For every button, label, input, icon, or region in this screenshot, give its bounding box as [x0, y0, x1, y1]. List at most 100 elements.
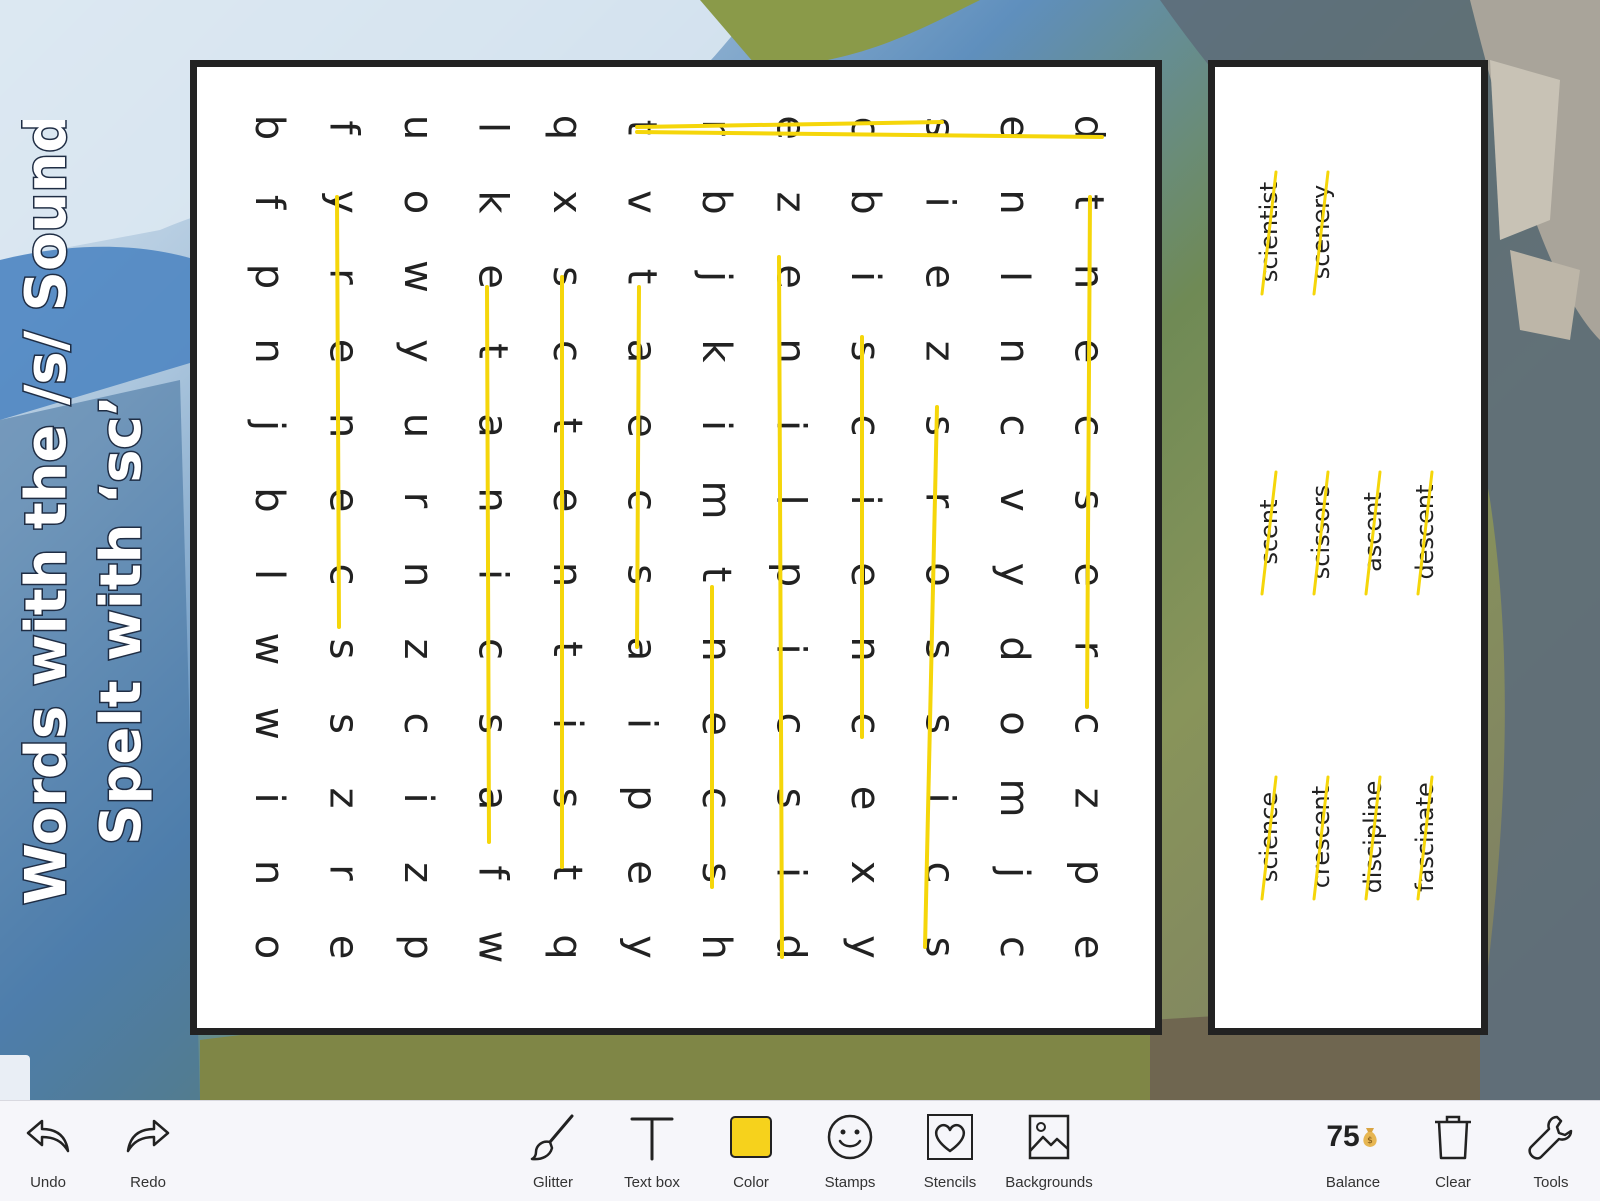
grid-letter: e [917, 264, 963, 289]
grid-letter: z [768, 192, 814, 213]
grid-letter: j [246, 419, 292, 431]
grid-letter: n [321, 413, 367, 438]
grid-letter: c [917, 862, 963, 884]
word-search-grid[interactable]: o n i w w l b j n p f b e r z s s c e n e r y f p z i c z n r u y w o u w f a s… [190, 60, 1162, 1035]
grid-letter: e [470, 264, 516, 289]
redo-button[interactable]: Redo [100, 1101, 196, 1201]
grid-letter: l [246, 569, 292, 580]
grid-letter: s [917, 639, 963, 660]
grid-letter: t [544, 865, 590, 881]
grid-letter: t [693, 567, 739, 583]
grid-letter: p [619, 785, 665, 810]
grid-letter: p [768, 562, 814, 587]
grid-letter: t [544, 418, 590, 434]
grid-letter: q [544, 115, 590, 140]
drawing-canvas[interactable]: Words with the /s/ Sound Spelt with ‘sc’… [0, 0, 1600, 1100]
grid-letter: f [321, 120, 367, 135]
grid-letter: n [470, 487, 516, 512]
grid-letter: a [470, 786, 516, 811]
grid-letter: l [991, 271, 1037, 282]
grid-letter: i [544, 718, 590, 729]
grid-letter: a [619, 637, 665, 662]
heart-icon [927, 1114, 973, 1160]
redo-arrow-icon [126, 1119, 170, 1153]
worksheet-title: Words with the /s/ Sound Spelt with ‘sc’ [15, 120, 175, 970]
grid-letter: s [768, 788, 814, 809]
grid-letter: y [619, 935, 665, 959]
grid-letter: s [470, 713, 516, 734]
redo-label: Redo [130, 1174, 166, 1191]
corner-handle[interactable] [0, 1055, 30, 1100]
grid-letter: k [470, 190, 516, 214]
brush-icon [530, 1114, 574, 1161]
grid-letter: s [544, 266, 590, 287]
grid-letter: n [544, 562, 590, 587]
title-line-2: Spelt with ‘sc’ [89, 395, 154, 845]
wrench-icon [1528, 1115, 1573, 1160]
grid-letter: r [917, 492, 963, 509]
tools-button[interactable]: Tools [1503, 1101, 1599, 1201]
grid-letter: n [246, 860, 292, 885]
grid-letter: m [693, 481, 739, 520]
smiley-icon [827, 1114, 873, 1160]
grid-letter: e [842, 786, 888, 811]
grid-letter: y [991, 563, 1037, 587]
grid-letter: c [395, 713, 441, 735]
grid-letter: e [693, 711, 739, 736]
highlight-stroke [335, 195, 341, 629]
grid-letter: i [768, 867, 814, 878]
grid-letter: b [246, 487, 292, 512]
grid-letter: e [544, 488, 590, 513]
backgrounds-button[interactable]: Backgrounds [1001, 1101, 1097, 1201]
grid-letter: e [321, 488, 367, 513]
grid-letter: c [544, 340, 590, 362]
grid-letter: y [842, 935, 888, 959]
grid-letter: n [991, 338, 1037, 363]
grid-letter: l [768, 494, 814, 505]
image-icon [1028, 1114, 1070, 1160]
grid-letter: p [246, 264, 292, 289]
balance-value: 75 [1326, 1120, 1360, 1153]
grid-letter: i [842, 494, 888, 505]
word-list-panel: science crescent discipline fascinate scent s… [1208, 60, 1488, 1035]
grid-letter: e [842, 562, 888, 587]
grid-letter: j [991, 866, 1037, 878]
grid-letter: w [246, 707, 292, 740]
grid-letter: f [470, 865, 516, 880]
grid-letter: w [470, 931, 516, 964]
grid-letter: i [619, 718, 665, 729]
grid-letter: i [246, 792, 292, 803]
grid-letter: c [991, 415, 1037, 437]
grid-letter: c [842, 415, 888, 437]
grid-letter: z [395, 639, 441, 660]
grid-letter: f [246, 195, 292, 210]
grid-letter: l [470, 122, 516, 133]
grid-letter: i [842, 271, 888, 282]
grid-letter: e [619, 860, 665, 885]
grid-letter: z [321, 788, 367, 809]
grid-letter: t [619, 269, 665, 285]
grid-letter: e [619, 413, 665, 438]
highlight-stroke [635, 285, 641, 649]
undo-arrow-icon [26, 1119, 70, 1153]
grid-letter: d [991, 636, 1037, 661]
grid-letter: o [991, 711, 1037, 735]
grid-letter: e [321, 339, 367, 364]
grid-letter: p [395, 934, 441, 959]
grid-letter: w [246, 633, 292, 666]
grid-letter: s [917, 415, 963, 436]
grid-letter: z [1066, 788, 1112, 809]
grid-letter: q [544, 934, 590, 959]
grid-letter: s [693, 862, 739, 883]
grid-letter: c [321, 564, 367, 586]
grid-letter: z [395, 862, 441, 883]
grid-letter: s [619, 564, 665, 585]
grid-letter: k [693, 339, 739, 363]
grid-letter: i [768, 643, 814, 654]
grid-letter: s [544, 788, 590, 809]
grid-letter: c [693, 787, 739, 809]
grid-letter: r [321, 864, 367, 881]
grid-letter: c [1066, 713, 1112, 735]
grid-letter: e [768, 264, 814, 289]
grid-letter: s [842, 341, 888, 362]
